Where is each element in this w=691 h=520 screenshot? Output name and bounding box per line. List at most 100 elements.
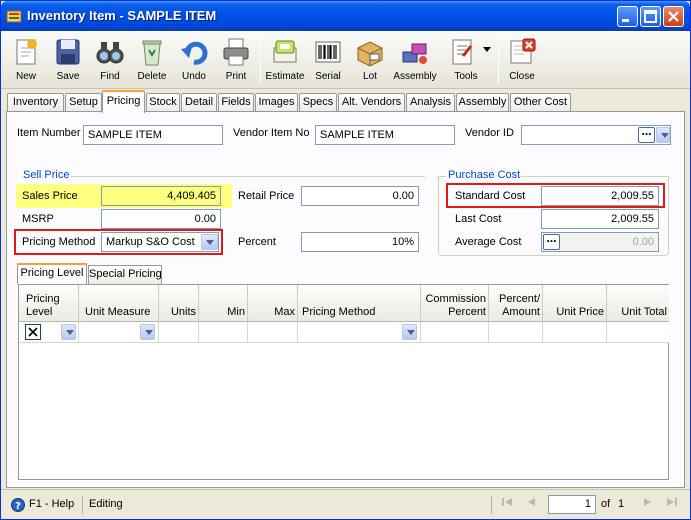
tools-icon: [452, 39, 473, 65]
find-button[interactable]: Find: [91, 33, 129, 87]
column-header-pricing-method[interactable]: Pricing Method: [298, 285, 421, 322]
clear-row-button[interactable]: [25, 324, 41, 340]
tab-alt-vendors[interactable]: Alt. Vendors: [338, 93, 405, 112]
vendor-id-dropdown-button[interactable]: [656, 127, 670, 143]
first-record-button[interactable]: [498, 496, 516, 514]
pricing-method-label: Pricing Method: [22, 236, 96, 248]
column-header-unit-total[interactable]: Unit Total: [607, 285, 669, 322]
page-number-field[interactable]: 1: [548, 495, 596, 514]
column-header-unit-measure[interactable]: Unit Measure: [79, 285, 159, 322]
column-header-unit-price[interactable]: Unit Price: [543, 285, 607, 322]
save-button[interactable]: Save: [49, 33, 87, 87]
tools-dropdown-arrow-icon[interactable]: [483, 47, 491, 53]
assembly-button[interactable]: Assembly: [393, 33, 437, 87]
percent-label: Percent: [238, 236, 276, 248]
last-cost-field[interactable]: 2,009.55: [541, 209, 659, 229]
column-header-units[interactable]: Units: [159, 285, 199, 322]
unit-price-cell[interactable]: [543, 322, 607, 343]
tab-stock[interactable]: Stock: [146, 93, 180, 112]
min-cell[interactable]: [199, 322, 248, 343]
pricing-level-dropdown-button[interactable]: [61, 324, 76, 340]
close-icon: [668, 11, 679, 22]
percent-amount-cell[interactable]: [489, 322, 543, 343]
tab-setup[interactable]: Setup: [65, 93, 102, 112]
last-record-button[interactable]: [663, 496, 681, 514]
column-header-pricing-level[interactable]: Pricing Level: [19, 285, 79, 322]
close-window-button[interactable]: [663, 6, 684, 27]
subtab-pricing-level[interactable]: Pricing Level: [17, 263, 87, 284]
msrp-field[interactable]: 0.00: [101, 209, 221, 229]
standard-cost-field[interactable]: 2,009.55: [541, 186, 659, 206]
undo-button[interactable]: Undo: [175, 33, 213, 87]
msrp-label: MSRP: [22, 213, 54, 225]
tab-fields[interactable]: Fields: [218, 93, 254, 112]
column-header-percent-amount[interactable]: Percent/ Amount: [489, 285, 543, 322]
tab-other-cost[interactable]: Other Cost: [510, 93, 571, 112]
column-header-min[interactable]: Min: [199, 285, 248, 322]
close-button[interactable]: Close: [503, 33, 541, 87]
unit-measure-cell[interactable]: [79, 322, 159, 343]
tab-inventory[interactable]: Inventory: [7, 93, 64, 112]
pricing-method-dropdown-button[interactable]: [201, 234, 218, 250]
previous-record-button[interactable]: [522, 496, 540, 514]
units-cell[interactable]: [159, 322, 199, 343]
next-record-button[interactable]: [639, 496, 657, 514]
tab-analysis[interactable]: Analysis: [406, 93, 455, 112]
floppy-disk-icon: [56, 39, 80, 65]
sales-price-label: Sales Price: [22, 190, 78, 202]
minimize-button[interactable]: [617, 6, 638, 27]
tab-assembly[interactable]: Assembly: [456, 93, 509, 112]
help-text[interactable]: F1 - Help: [29, 498, 74, 510]
editing-status: Editing: [89, 498, 123, 510]
tools-button[interactable]: Tools: [441, 33, 491, 87]
tab-specs[interactable]: Specs: [299, 93, 337, 112]
tab-detail[interactable]: Detail: [181, 93, 217, 112]
new-button[interactable]: New: [7, 33, 45, 87]
tab-images[interactable]: Images: [255, 93, 298, 112]
pricing-level-cell[interactable]: [19, 322, 79, 343]
average-cost-details-button[interactable]: …: [543, 234, 560, 250]
unit-measure-dropdown-button[interactable]: [140, 324, 155, 340]
tab-pricing[interactable]: Pricing: [102, 90, 145, 113]
percent-field[interactable]: 10%: [301, 232, 419, 252]
recycle-bin-icon: [142, 40, 162, 66]
window-title: Inventory Item - SAMPLE ITEM: [27, 8, 217, 23]
max-cell[interactable]: [248, 322, 298, 343]
estimate-button[interactable]: Estimate: [264, 33, 306, 87]
vendor-item-no-field[interactable]: SAMPLE ITEM: [315, 125, 455, 145]
maximize-button[interactable]: [640, 6, 661, 27]
page-total: 1: [618, 498, 625, 510]
average-cost-label: Average Cost: [455, 236, 522, 248]
barcode-icon: [315, 41, 341, 63]
commission-percent-cell[interactable]: [421, 322, 489, 343]
sales-price-field[interactable]: 4,409.405: [101, 186, 221, 206]
binoculars-icon: [96, 42, 124, 64]
assembly-icon: [402, 43, 427, 64]
lot-button[interactable]: Lot: [351, 33, 389, 87]
close-document-icon: [510, 38, 536, 64]
subtab-special-pricing[interactable]: Special Pricing: [88, 265, 162, 284]
vendor-id-lookup-button[interactable]: …: [638, 127, 655, 143]
serial-button[interactable]: Serial: [309, 33, 347, 87]
estimate-icon: [273, 40, 297, 63]
pricing-method-cell[interactable]: [298, 322, 421, 343]
box-lot-icon: [357, 41, 383, 67]
print-button[interactable]: Print: [217, 33, 255, 87]
help-icon[interactable]: ?: [11, 498, 25, 512]
delete-button[interactable]: Delete: [133, 33, 171, 87]
column-header-max[interactable]: Max: [248, 285, 298, 322]
retail-price-field[interactable]: 0.00: [301, 186, 419, 206]
pricing-level-grid: Pricing Level Unit Measure Units Min Max…: [18, 284, 669, 480]
toolbar: New Save Find Delete Undo Print Estimate: [1, 31, 690, 89]
previous-icon: [528, 498, 535, 506]
unit-total-cell[interactable]: [607, 322, 669, 343]
of-label: of: [601, 498, 611, 510]
vendor-id-label: Vendor ID: [465, 127, 514, 139]
first-icon: [502, 498, 512, 506]
column-header-commission-percent[interactable]: Commission Percent: [421, 285, 489, 322]
grid-pricing-method-dropdown-button[interactable]: [402, 324, 417, 340]
item-number-field[interactable]: SAMPLE ITEM: [83, 125, 223, 145]
inventory-item-window: Inventory Item - SAMPLE ITEM New Save Fi…: [0, 0, 691, 520]
title-bar[interactable]: Inventory Item - SAMPLE ITEM: [1, 1, 690, 31]
sell-price-group-title: Sell Price: [23, 169, 70, 181]
